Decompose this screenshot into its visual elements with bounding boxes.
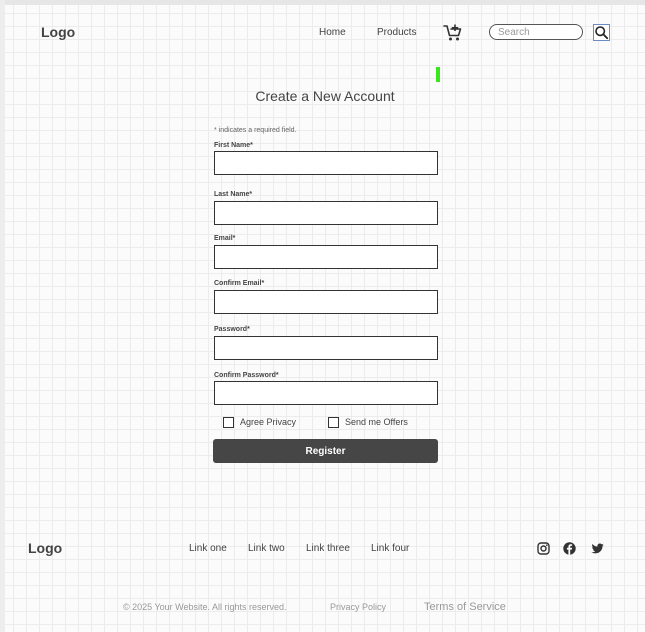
password-input[interactable]	[214, 336, 438, 360]
privacy-policy-link[interactable]: Privacy Policy	[330, 602, 386, 612]
footer-link-one[interactable]: Link one	[189, 543, 227, 554]
cart-plus-icon[interactable]	[443, 23, 463, 43]
nav-link-products[interactable]: Products	[377, 27, 416, 38]
last-name-label: Last Name*	[214, 191, 253, 198]
agree-privacy-checkbox[interactable]	[223, 417, 234, 428]
footer-logo[interactable]: Logo	[28, 540, 62, 556]
register-button[interactable]: Register	[213, 439, 438, 463]
twitter-icon[interactable]	[591, 542, 604, 555]
confirm-email-input[interactable]	[214, 290, 438, 314]
send-offers-checkbox[interactable]	[328, 417, 339, 428]
agree-privacy-label[interactable]: Agree Privacy	[240, 417, 296, 427]
terms-of-service-link[interactable]: Terms of Service	[424, 601, 506, 613]
magnifier-icon	[595, 26, 609, 40]
form-title: Create a New Account	[255, 88, 395, 104]
header-logo[interactable]: Logo	[41, 24, 75, 40]
instagram-icon[interactable]	[537, 542, 550, 555]
last-name-input[interactable]	[214, 201, 438, 225]
footer-link-four[interactable]: Link four	[371, 543, 409, 554]
facebook-icon[interactable]	[563, 542, 576, 555]
top-edge	[0, 0, 645, 5]
copyright-text: © 2025 Your Website. All rights reserved…	[123, 602, 287, 612]
send-offers-label[interactable]: Send me Offers	[345, 417, 408, 427]
footer-link-two[interactable]: Link two	[248, 543, 285, 554]
confirm-password-label: Confirm Password*	[214, 372, 279, 379]
password-label: Password*	[214, 326, 250, 333]
email-input[interactable]	[214, 245, 438, 269]
first-name-input[interactable]	[214, 151, 438, 175]
search-button[interactable]	[593, 24, 610, 41]
confirm-email-label: Confirm Email*	[214, 280, 265, 287]
green-indicator	[436, 67, 440, 82]
first-name-label: First Name*	[214, 142, 253, 149]
footer-link-three[interactable]: Link three	[306, 543, 350, 554]
email-label: Email*	[214, 235, 236, 242]
confirm-password-input[interactable]	[214, 381, 438, 405]
search-input[interactable]	[489, 24, 583, 40]
nav-link-home[interactable]: Home	[319, 27, 346, 38]
required-note: * indicates a required field.	[214, 127, 297, 134]
